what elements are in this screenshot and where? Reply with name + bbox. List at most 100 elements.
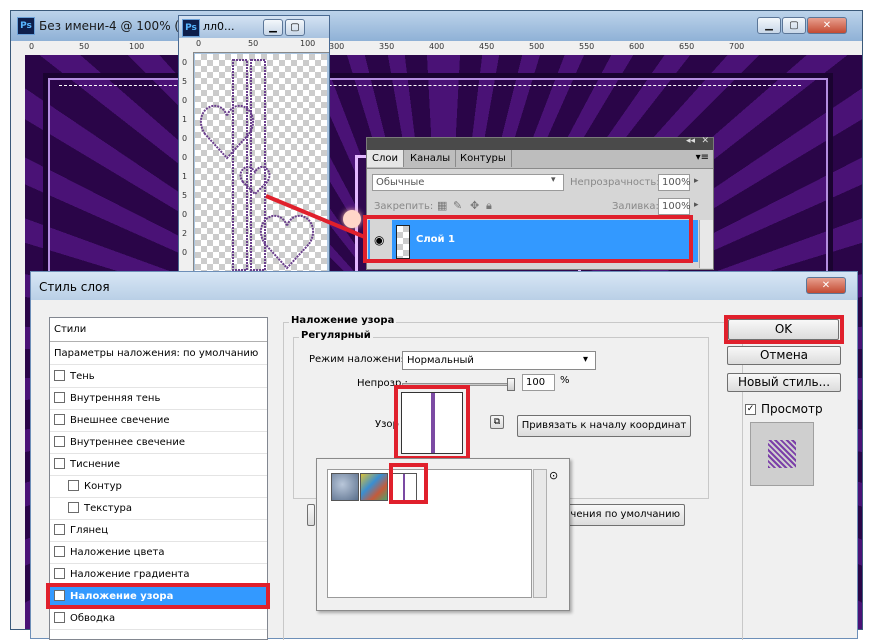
- document-titlebar[interactable]: Ps Без имени-4 @ 100% (Сло ▁ ▢ ✕: [11, 11, 862, 41]
- vertical-ruler: [11, 55, 26, 629]
- style-item-checkbox[interactable]: [54, 457, 65, 469]
- style-item-checkbox[interactable]: [68, 501, 79, 513]
- dialog-close-button[interactable]: ✕: [806, 277, 846, 294]
- pattern-horizontal-ruler: 0 50 100: [179, 38, 329, 53]
- opacity-input[interactable]: 100: [522, 374, 555, 391]
- blend-mode-select[interactable]: Нормальный ▾: [402, 351, 596, 370]
- ruler-mark: 100: [300, 39, 316, 48]
- ruler-mark: 0: [196, 39, 202, 48]
- ruler-mark: 450: [479, 42, 495, 51]
- tab-channels[interactable]: Каналы: [405, 150, 457, 167]
- ruler-mark: 0: [182, 134, 188, 143]
- style-item-checkbox[interactable]: [54, 545, 65, 557]
- chevron-right-icon[interactable]: ▸: [694, 176, 699, 186]
- reset-default-button[interactable]: чения по умолчанию: [562, 504, 685, 526]
- lock-transparency-icon[interactable]: ▦: [437, 199, 447, 212]
- ruler-mark: 5: [182, 77, 188, 86]
- minimize-button[interactable]: ▁: [757, 17, 781, 34]
- presets-menu-icon[interactable]: ⊙: [549, 469, 558, 482]
- style-item[interactable]: Текстура: [50, 498, 267, 520]
- style-item-checkbox[interactable]: [54, 369, 65, 381]
- style-item-label: Тень: [70, 371, 95, 382]
- fill-label: Заливка:: [612, 201, 659, 212]
- pattern-tie-dye[interactable]: [360, 473, 388, 501]
- new-preset-button[interactable]: ⧉: [490, 415, 504, 429]
- preview-checkbox[interactable]: ✓: [745, 403, 756, 415]
- layers-panel-header[interactable]: ◂◂ ✕: [367, 136, 713, 150]
- photoshop-app-icon: Ps: [182, 19, 200, 37]
- style-item[interactable]: Внутреннее свечение: [50, 432, 267, 454]
- layer-style-dialog: Стиль слоя ✕ Стили Параметры наложения: …: [30, 271, 858, 640]
- styles-header[interactable]: Стили: [50, 318, 267, 342]
- cancel-button[interactable]: Отмена: [727, 346, 841, 365]
- pattern-bubbles[interactable]: [331, 473, 359, 501]
- preset-highlight-box: [389, 463, 428, 504]
- style-item[interactable]: Наложение цвета: [50, 542, 267, 564]
- maximize-button[interactable]: ▢: [782, 17, 806, 34]
- fill-input[interactable]: 100%: [658, 198, 691, 215]
- style-item[interactable]: Внешнее свечение: [50, 410, 267, 432]
- ruler-mark: 600: [629, 42, 645, 51]
- maximize-icon: ▢: [290, 22, 300, 33]
- style-item-checkbox[interactable]: [68, 479, 79, 491]
- new-style-button[interactable]: Новый стиль...: [727, 373, 841, 392]
- layer-opacity-input[interactable]: 100%: [658, 174, 691, 191]
- lock-all-icon[interactable]: 🔒︎: [486, 199, 492, 213]
- ruler-mark: 1: [182, 115, 188, 124]
- pattern-picker-popup: ⊙: [316, 458, 570, 611]
- minimize-icon: ▁: [765, 20, 773, 31]
- pattern-minimize-button[interactable]: ▁: [263, 19, 283, 36]
- ruler-mark: 50: [79, 42, 90, 51]
- layer-opacity-label: Непрозрачность:: [570, 177, 660, 188]
- style-item-checkbox[interactable]: [54, 435, 65, 447]
- style-item[interactable]: Обводка: [50, 608, 267, 630]
- style-item-checkbox[interactable]: [54, 391, 65, 403]
- ruler-mark: 400: [429, 42, 445, 51]
- close-panel-icon[interactable]: ✕: [701, 136, 709, 146]
- ruler-mark: 2: [182, 229, 188, 238]
- preview-checkbox-row[interactable]: ✓ Просмотр: [745, 402, 823, 416]
- panel-menu-icon[interactable]: ▾≡: [696, 152, 709, 163]
- style-item-checkbox[interactable]: [54, 523, 65, 535]
- pattern-maximize-button[interactable]: ▢: [285, 19, 305, 36]
- lock-brush-icon[interactable]: ✎: [453, 199, 462, 212]
- layer-blend-mode-select[interactable]: Обычные: [372, 174, 564, 191]
- style-preview-swatch: [768, 440, 796, 468]
- opacity-slider-thumb[interactable]: [507, 378, 515, 391]
- style-item-checkbox[interactable]: [54, 413, 65, 425]
- ruler-mark: 700: [729, 42, 745, 51]
- preview-label: Просмотр: [761, 402, 823, 416]
- make-default-button[interactable]: [307, 504, 315, 526]
- opacity-unit: %: [560, 375, 570, 386]
- section-title: Наложение узора: [289, 315, 397, 326]
- style-item[interactable]: Тиснение: [50, 454, 267, 476]
- tab-paths[interactable]: Контуры: [455, 150, 512, 167]
- ruler-mark: 0: [182, 96, 188, 105]
- pattern-titlebar[interactable]: Ps лл0... ▁ ▢: [179, 16, 329, 38]
- style-item-label: Внутреннее свечение: [70, 437, 185, 448]
- chevron-right-icon[interactable]: ▸: [694, 200, 699, 210]
- style-item-checkbox[interactable]: [54, 611, 65, 623]
- blend-defaults-item[interactable]: Параметры наложения: по умолчанию: [50, 343, 267, 365]
- close-icon: ✕: [822, 20, 832, 31]
- pattern-document-title: лл0...: [203, 20, 235, 33]
- ruler-mark: 550: [579, 42, 595, 51]
- dialog-titlebar[interactable]: Стиль слоя ✕: [31, 272, 857, 300]
- photoshop-app-icon: Ps: [17, 17, 35, 35]
- style-preview: [750, 422, 814, 486]
- tab-layers[interactable]: Слои: [367, 150, 404, 167]
- snap-to-origin-button[interactable]: Привязать к началу координат: [517, 415, 691, 437]
- style-item[interactable]: Глянец: [50, 520, 267, 542]
- layers-scrollbar[interactable]: [699, 220, 713, 268]
- style-item-checkbox[interactable]: [54, 567, 65, 579]
- style-item[interactable]: Внутренняя тень: [50, 388, 267, 410]
- style-item[interactable]: Тень: [50, 366, 267, 388]
- style-item-label: Наложение градиента: [70, 569, 190, 580]
- presets-scrollbar[interactable]: [533, 469, 547, 598]
- ruler-mark: 0: [182, 248, 188, 257]
- close-button[interactable]: ✕: [807, 17, 847, 34]
- collapse-icon[interactable]: ◂◂: [686, 136, 695, 146]
- style-item-label: Глянец: [70, 525, 109, 536]
- lock-move-icon[interactable]: ✥: [470, 199, 479, 212]
- style-item[interactable]: Контур: [50, 476, 267, 498]
